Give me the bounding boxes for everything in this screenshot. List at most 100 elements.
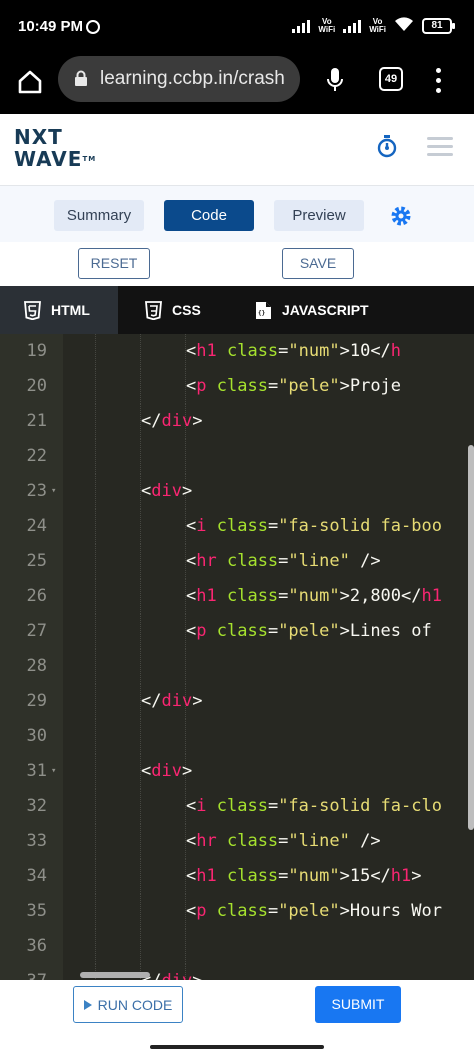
code-line[interactable]: 26 <h1 class="num">2,800</h1 xyxy=(0,579,474,614)
browser-toolbar: learning.ccbp.in/crash 49 xyxy=(0,56,474,114)
line-number: 23 xyxy=(26,481,47,501)
line-number: 32 xyxy=(26,796,47,816)
mic-icon[interactable] xyxy=(325,66,345,94)
code-text: <p class="pele">Hours Wor xyxy=(186,901,442,921)
indent-guide xyxy=(140,334,141,369)
indent-guide xyxy=(95,649,96,684)
run-code-label: RUN CODE xyxy=(97,996,173,1013)
gear-icon[interactable] xyxy=(390,205,412,227)
indent-guide xyxy=(140,369,141,404)
code-text: <hr class="line" /> xyxy=(186,551,381,571)
tabs-icon[interactable]: 49 xyxy=(379,67,403,91)
language-tabs: HTML CSS {} JAVASCRIPT xyxy=(0,286,474,334)
action-row: RESET SAVE xyxy=(0,242,474,286)
home-icon[interactable] xyxy=(16,68,44,96)
code-text: <h1 class="num">15</h1> xyxy=(186,866,422,886)
reset-button[interactable]: RESET xyxy=(78,248,150,279)
code-editor[interactable]: 19 <h1 class="num">10</h 20 <p class="pele"… xyxy=(0,334,474,980)
submit-button[interactable]: SUBMIT xyxy=(315,986,401,1023)
menu-icon[interactable] xyxy=(436,68,442,94)
code-line[interactable]: 25 <hr class="line" /> xyxy=(0,544,474,579)
logo-line-2: WAVE xyxy=(14,147,83,171)
line-number: 29 xyxy=(26,691,47,711)
tab-css[interactable]: CSS xyxy=(121,286,231,334)
indent-guide xyxy=(95,579,96,614)
fold-arrow-icon[interactable]: ▾ xyxy=(51,766,56,776)
tab-preview[interactable]: Preview xyxy=(274,200,364,231)
code-line[interactable]: 27 <p class="pele">Lines of xyxy=(0,614,474,649)
run-code-button[interactable]: RUN CODE xyxy=(73,986,183,1023)
tab-javascript-label: JAVASCRIPT xyxy=(282,302,369,318)
indent-guide xyxy=(140,579,141,614)
code-text: <p class="pele">Proje xyxy=(186,376,402,396)
code-line[interactable]: 23 ▾ <div> xyxy=(0,474,474,509)
url-text[interactable]: learning.ccbp.in/crash xyxy=(100,68,290,90)
indent-guide xyxy=(185,929,186,964)
code-text: <h1 class="num">10</h xyxy=(186,341,402,361)
css3-icon xyxy=(145,300,162,320)
indent-guide xyxy=(95,614,96,649)
code-text: <i class="fa-solid fa-boo xyxy=(186,516,442,536)
indent-guide xyxy=(140,859,141,894)
code-line[interactable]: 31 ▾ <div> xyxy=(0,754,474,789)
code-line[interactable]: 33 <hr class="line" /> xyxy=(0,824,474,859)
indent-guide xyxy=(185,719,186,754)
code-text: </div> xyxy=(141,964,202,980)
line-number: 35 xyxy=(26,901,47,921)
line-number: 21 xyxy=(26,411,47,431)
code-line[interactable]: 28 xyxy=(0,649,474,684)
vertical-scrollbar[interactable] xyxy=(468,445,474,830)
vowifi-label-2: Vo WiFi xyxy=(369,17,386,34)
tab-code[interactable]: Code xyxy=(164,200,254,231)
timer-icon[interactable] xyxy=(376,134,398,158)
fold-arrow-icon[interactable]: ▾ xyxy=(51,486,56,496)
line-number: 26 xyxy=(26,586,47,606)
code-line[interactable]: 19 <h1 class="num">10</h xyxy=(0,334,474,369)
vowifi-label-1: Vo WiFi xyxy=(318,17,336,34)
code-text: <h1 class="num">2,800</h1 xyxy=(186,586,442,606)
indent-guide xyxy=(140,544,141,579)
code-line[interactable]: 35 <p class="pele">Hours Wor xyxy=(0,894,474,929)
signal-icon-2 xyxy=(343,19,362,33)
tab-html[interactable]: HTML xyxy=(0,286,118,334)
status-icons: Vo WiFi Vo WiFi 81 xyxy=(292,16,455,36)
logo[interactable]: NXT WAVETM xyxy=(14,126,96,170)
line-number: 25 xyxy=(26,551,47,571)
code-text: <div> xyxy=(141,761,193,781)
tab-summary[interactable]: Summary xyxy=(54,200,144,231)
code-line[interactable]: 24 <i class="fa-solid fa-boo xyxy=(0,509,474,544)
code-line[interactable]: 21 </div> xyxy=(0,404,474,439)
code-line[interactable]: 36 xyxy=(0,929,474,964)
indent-guide xyxy=(140,929,141,964)
logo-tm: TM xyxy=(82,155,97,163)
code-line[interactable]: 30 xyxy=(0,719,474,754)
code-text: </div> xyxy=(141,411,203,431)
app-header: NXT WAVETM xyxy=(0,114,474,186)
play-icon xyxy=(83,999,92,1010)
line-number: 19 xyxy=(26,341,47,361)
code-line[interactable]: 34 <h1 class="num">15</h1> xyxy=(0,859,474,894)
indent-guide xyxy=(95,684,96,719)
address-bar[interactable]: learning.ccbp.in/crash xyxy=(58,56,300,102)
line-number: 31 xyxy=(26,761,47,781)
code-text: <div> xyxy=(141,481,193,501)
code-line[interactable]: 37 </div> xyxy=(0,964,474,980)
code-line[interactable]: 29 </div> xyxy=(0,684,474,719)
hamburger-icon[interactable] xyxy=(427,137,453,161)
javascript-file-icon: {} xyxy=(255,301,272,320)
horizontal-scrollbar[interactable] xyxy=(80,972,150,978)
battery-level: 81 xyxy=(431,20,443,31)
code-line[interactable]: 32 <i class="fa-solid fa-clo xyxy=(0,789,474,824)
line-number: 37 xyxy=(0,964,47,980)
lock-icon xyxy=(74,70,88,86)
indent-guide xyxy=(95,719,96,754)
line-number: 33 xyxy=(26,831,47,851)
save-button[interactable]: SAVE xyxy=(282,248,354,279)
indent-guide xyxy=(185,649,186,684)
code-text: <p class="pele">Lines of xyxy=(186,621,432,641)
signal-icon xyxy=(292,19,311,33)
code-line[interactable]: 20 <p class="pele">Proje xyxy=(0,369,474,404)
line-number: 28 xyxy=(26,656,47,676)
tab-javascript[interactable]: {} JAVASCRIPT xyxy=(231,286,401,334)
code-line[interactable]: 22 xyxy=(0,439,474,474)
